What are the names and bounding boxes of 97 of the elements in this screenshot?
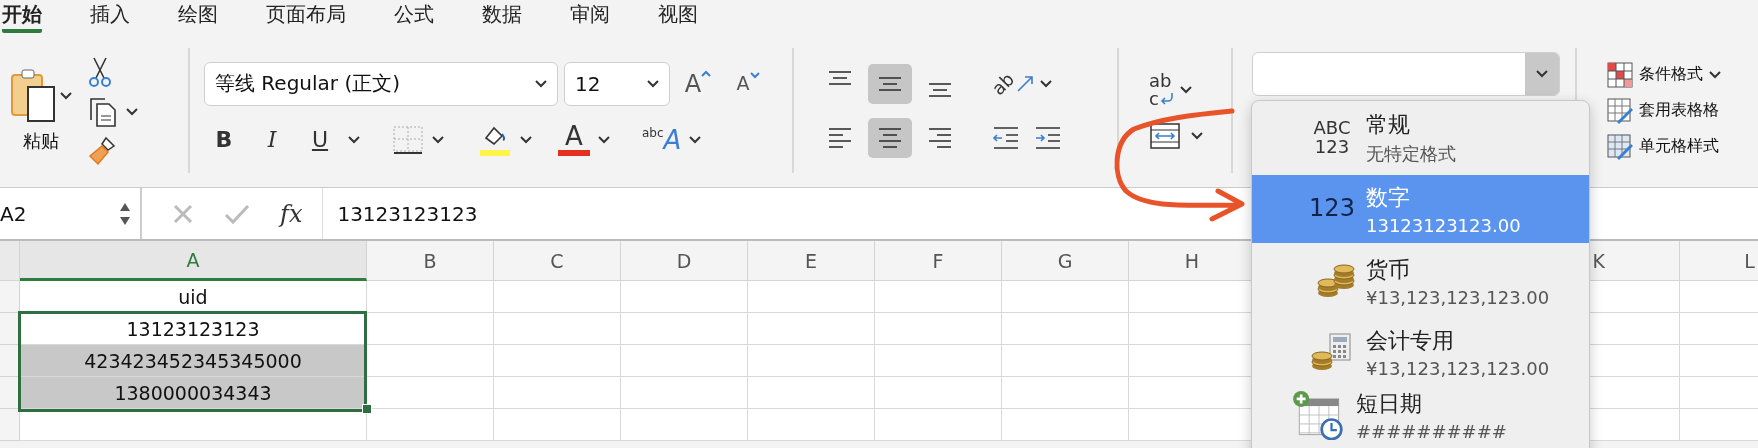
- table-brush-icon: [1607, 133, 1633, 160]
- format-name: 常规: [1366, 111, 1411, 139]
- ribbon-tab[interactable]: 开始: [2, 2, 42, 33]
- ribbon-tab[interactable]: 绘图: [178, 2, 218, 33]
- wrap-arrow-icon: [1159, 92, 1174, 105]
- paste-label[interactable]: 粘贴: [23, 128, 59, 153]
- align-icon: [877, 75, 903, 92]
- format-icon-text: ABC: [1313, 119, 1351, 138]
- format-painter-icon[interactable]: [88, 135, 118, 166]
- column-header[interactable]: G: [1002, 241, 1129, 281]
- format-menu-item[interactable]: 会计专用 ¥13,123,123,123.00: [1252, 319, 1589, 385]
- calendar-clock-icon: [1292, 390, 1346, 440]
- column-header[interactable]: F: [875, 241, 1002, 281]
- format-icon-text: 123: [1309, 196, 1355, 222]
- format-example: 13123123123.00: [1366, 214, 1521, 236]
- align-icon: [827, 126, 853, 149]
- paste-icon[interactable]: [10, 68, 58, 123]
- format-icon-text: 123: [1314, 138, 1350, 157]
- column-header[interactable]: D: [621, 241, 748, 281]
- font-style-button[interactable]: U: [300, 119, 340, 160]
- format-example: ##########: [1356, 420, 1507, 442]
- column-header[interactable]: B: [367, 241, 494, 281]
- formula-value: 13123123123: [336, 201, 478, 226]
- orientation-button[interactable]: ab: [992, 74, 1035, 93]
- ribbon-tab[interactable]: 插入: [90, 2, 130, 33]
- caret-icon[interactable]: [1536, 70, 1548, 78]
- format-example: 无特定格式: [1366, 142, 1456, 166]
- vertical-align-button[interactable]: [868, 63, 912, 104]
- ribbon-tab[interactable]: 审阅: [570, 2, 610, 33]
- copy-icon[interactable]: [88, 95, 118, 128]
- column-header[interactable]: E: [748, 241, 875, 281]
- styles-menu-item[interactable]: 套用表格格: [1607, 97, 1721, 124]
- format-name: 货币: [1366, 255, 1411, 284]
- row-header[interactable]: [0, 313, 20, 345]
- row-header[interactable]: [0, 345, 20, 377]
- caret-icon[interactable]: [598, 135, 610, 144]
- shrink-font-button[interactable]: A: [726, 63, 770, 104]
- horizontal-align-button[interactable]: [868, 117, 912, 158]
- format-name: 数字: [1366, 183, 1411, 212]
- format-name: 短日期: [1356, 389, 1423, 418]
- format-example: ¥13,123,123,123.00: [1366, 286, 1550, 308]
- align-icon: [877, 126, 903, 149]
- styles-label[interactable]: 套用表格格: [1639, 100, 1719, 121]
- font-style-button[interactable]: I: [252, 119, 292, 160]
- caret-down-icon: [749, 71, 760, 79]
- ribbon-tab[interactable]: 视图: [658, 2, 698, 33]
- scissors-icon[interactable]: [88, 55, 112, 88]
- caret-icon[interactable]: [535, 79, 547, 88]
- font-size-dropdown[interactable]: 12: [564, 61, 670, 106]
- conditional-format-icon: [1607, 61, 1633, 88]
- caret-icon[interactable]: [60, 91, 72, 100]
- caret-icon[interactable]: [126, 107, 138, 116]
- format-name: 会计专用: [1366, 326, 1455, 355]
- caret-icon[interactable]: [1709, 70, 1721, 79]
- fill-handle[interactable]: [362, 404, 372, 414]
- increase-indent-icon[interactable]: [1034, 125, 1062, 150]
- caret-icon[interactable]: [1179, 85, 1192, 94]
- ribbon-tab[interactable]: 数据: [482, 2, 522, 33]
- align-icon: [927, 126, 953, 149]
- table-brush-icon: [1607, 97, 1633, 124]
- name-box[interactable]: A2: [0, 188, 142, 239]
- caret-icon[interactable]: [1040, 79, 1053, 88]
- check-icon[interactable]: [224, 202, 250, 225]
- table-cell: 1380000034343: [20, 377, 367, 409]
- format-menu-item[interactable]: 短日期 ##########: [1252, 385, 1589, 445]
- grow-font-button[interactable]: A: [676, 63, 720, 104]
- caret-icon[interactable]: [689, 135, 702, 144]
- caret-icon[interactable]: [647, 79, 659, 88]
- merge-center-icon[interactable]: [1149, 121, 1181, 150]
- caret-icon[interactable]: [1191, 131, 1203, 140]
- align-icon: [927, 81, 953, 98]
- arrow-icon: [1016, 74, 1035, 93]
- font-color-button[interactable]: A: [558, 123, 590, 156]
- format-menu-item[interactable]: ABC 123 常规 无特定格式: [1252, 101, 1589, 175]
- function-button[interactable]: fx: [280, 201, 303, 226]
- styles-label[interactable]: 条件格式: [1639, 64, 1703, 85]
- row-header[interactable]: [0, 377, 20, 409]
- caret-icon[interactable]: [348, 135, 360, 144]
- decrease-indent-icon[interactable]: [992, 125, 1020, 150]
- table-cell: 423423452345345000: [20, 345, 367, 377]
- align-icon: [827, 69, 853, 86]
- ribbon-tab[interactable]: 页面布局: [266, 2, 346, 33]
- caret-icon[interactable]: [432, 135, 444, 144]
- column-header[interactable]: C: [494, 241, 621, 281]
- wrap-text-button[interactable]: ab c: [1149, 71, 1174, 108]
- column-header[interactable]: L: [1680, 241, 1758, 281]
- caret-icon[interactable]: [520, 135, 532, 144]
- column-header[interactable]: A: [20, 241, 367, 281]
- borders-icon[interactable]: [392, 124, 424, 155]
- caret-up-icon: [701, 69, 712, 77]
- font-style-button[interactable]: B: [204, 119, 244, 160]
- styles-label[interactable]: 单元格样式: [1639, 136, 1719, 157]
- styles-menu-item[interactable]: 条件格式: [1607, 61, 1721, 88]
- styles-menu-item[interactable]: 单元格样式: [1607, 133, 1721, 160]
- font-name-dropdown[interactable]: 等线 Regular (正文): [204, 61, 558, 106]
- format-example: ¥13,123,123,123.00: [1366, 357, 1550, 379]
- ribbon-tab[interactable]: 公式: [394, 2, 434, 33]
